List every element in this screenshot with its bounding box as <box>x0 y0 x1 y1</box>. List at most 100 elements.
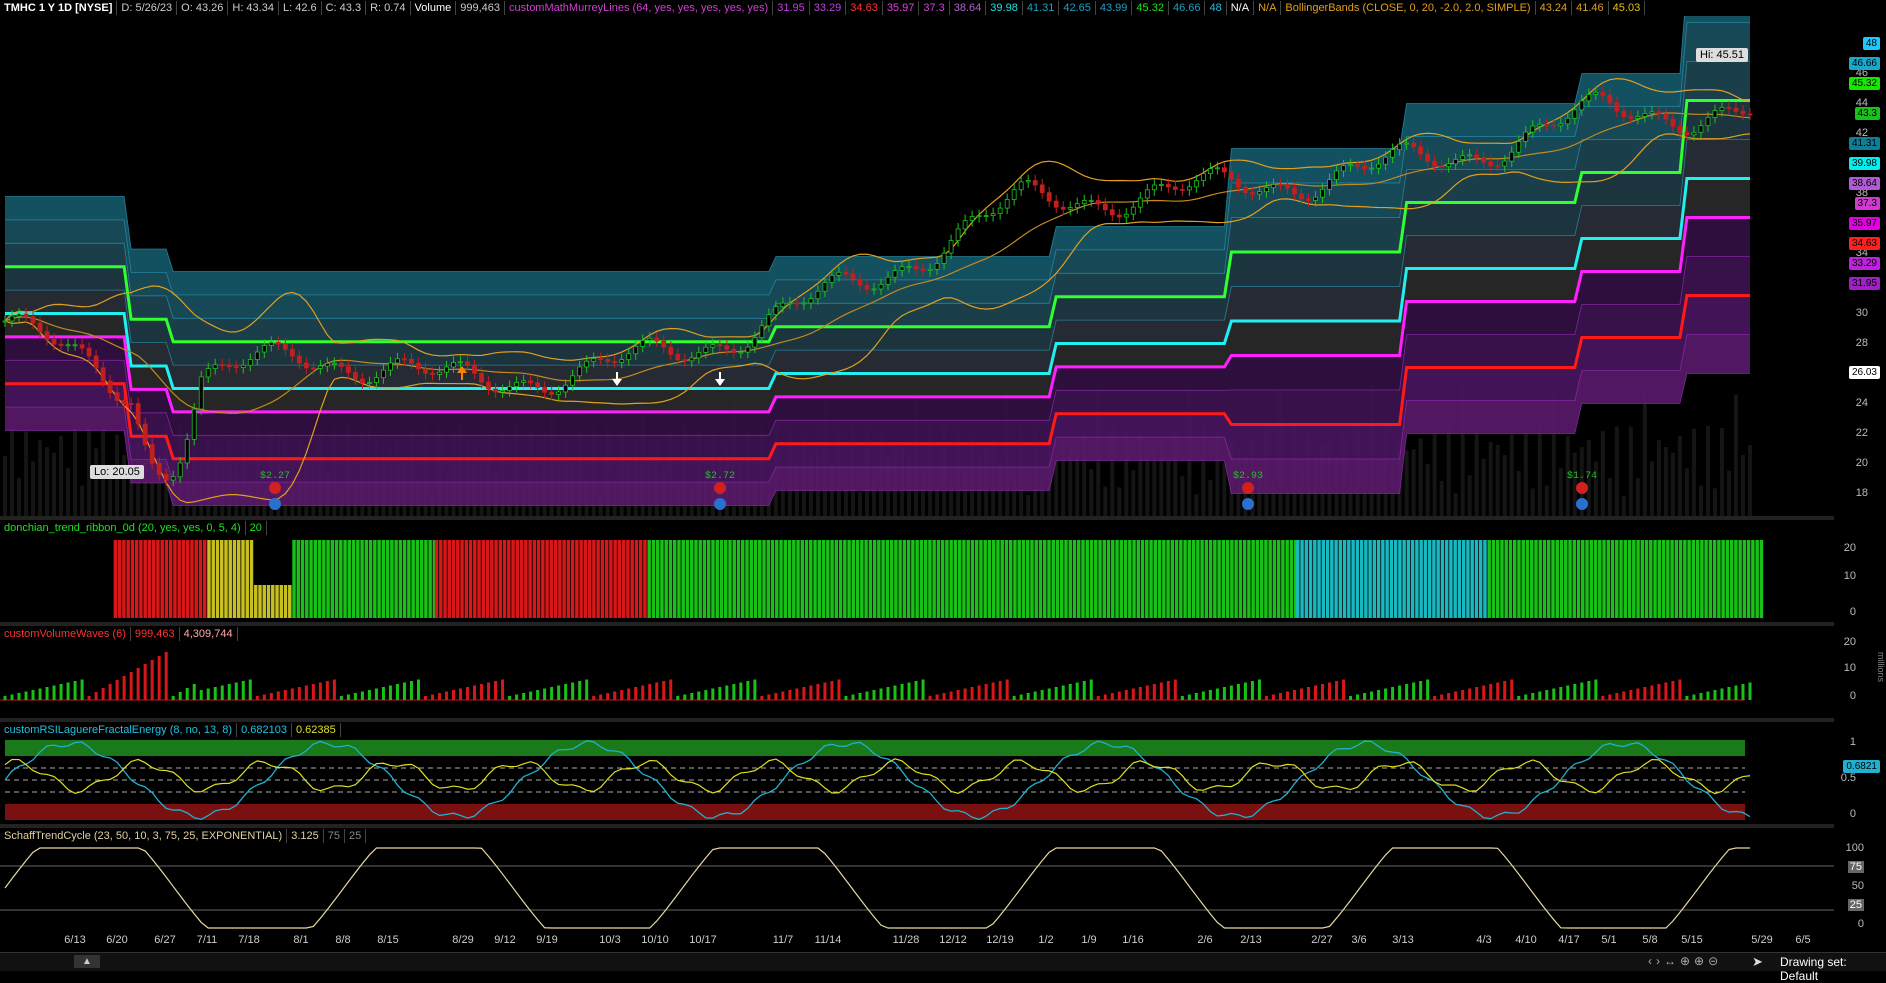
trend-ribbon-bar <box>364 540 369 618</box>
candle-body <box>128 403 134 405</box>
candle-body <box>1446 163 1452 168</box>
trend-ribbon-bar <box>190 540 194 618</box>
candle-body <box>1740 110 1746 115</box>
donchian-chart[interactable] <box>0 536 1834 622</box>
candle-body <box>1495 165 1501 168</box>
bollinger-label[interactable]: BollingerBands (CLOSE, 0, 20, -2.0, 2.0,… <box>1281 1 1536 15</box>
price-tick: 20 <box>1855 456 1868 469</box>
trend-ribbon-bar <box>719 540 724 618</box>
candle-body <box>500 390 505 393</box>
volume-bar <box>1628 426 1633 516</box>
trend-ribbon-bar <box>381 540 386 618</box>
candle-body <box>1313 196 1318 201</box>
volume-bar <box>1537 426 1542 516</box>
panel-separator[interactable] <box>0 622 1834 626</box>
trend-ribbon-bar <box>583 540 588 618</box>
time-tick: 4/17 <box>1558 934 1580 946</box>
trend-ribbon-bar <box>1483 540 1487 618</box>
volume-wave-bar <box>991 682 995 700</box>
volume-wave-bar <box>178 692 182 700</box>
volume-bar <box>1089 469 1094 516</box>
candle-body <box>878 284 884 290</box>
dividend-label: $2.72 <box>705 470 735 482</box>
volume-wave-bar <box>185 688 189 700</box>
cursor-icon[interactable]: ➤ <box>1752 954 1763 970</box>
trend-ribbon-bar <box>647 540 651 618</box>
candle-body <box>72 344 78 347</box>
trend-ribbon-bar <box>1204 540 1209 618</box>
volume-bar <box>1677 435 1682 516</box>
rsi-axis[interactable]: 1 0.5 0 0.6821 <box>1834 736 1886 824</box>
volume-wave-bar <box>1692 694 1696 700</box>
trend-ribbon-bar <box>1166 540 1170 618</box>
panel-separator[interactable] <box>0 516 1834 520</box>
candle-body <box>1229 171 1234 180</box>
trend-ribbon-bar <box>1183 540 1187 618</box>
expand-button[interactable]: ▲ <box>74 955 100 968</box>
price-axis[interactable]: 4644424038363432302826242220184846.6645.… <box>1834 16 1886 516</box>
candle-body <box>948 240 954 254</box>
candle-body <box>1621 110 1627 118</box>
stc-label[interactable]: SchaffTrendCycle (23, 50, 10, 3, 75, 25,… <box>0 829 288 843</box>
volume-wave-bar <box>1201 691 1205 700</box>
candle-body <box>1327 179 1332 190</box>
stc-axis[interactable]: 100 75 50 25 0 <box>1834 842 1886 932</box>
rsi-label[interactable]: customRSILaguereFractalEnergy (8, no, 13… <box>0 723 238 737</box>
volume-wave-bar <box>1173 679 1177 700</box>
volume-bar <box>1117 487 1122 516</box>
drawing-set-label[interactable]: Drawing set: Default <box>1780 955 1886 983</box>
time-tick: 8/8 <box>335 934 351 946</box>
zoom-controls[interactable]: ‹›↔⊕⊕⊝ <box>1648 954 1722 968</box>
volume-bar <box>1418 438 1423 516</box>
trend-ribbon-bar <box>889 540 894 618</box>
stc-chart[interactable] <box>0 844 1834 932</box>
time-tick: 12/12 <box>939 934 967 946</box>
candle-body <box>1558 123 1564 127</box>
rsi-chart[interactable] <box>0 738 1834 824</box>
trend-ribbon-bar <box>385 540 390 618</box>
donchian-label[interactable]: donchian_trend_ribbon_0d (20, yes, yes, … <box>0 521 246 535</box>
murrey-label[interactable]: customMathMurreyLines (64, yes, yes, yes… <box>505 1 774 15</box>
trend-ribbon-bar <box>1242 540 1247 618</box>
trend-ribbon-bar <box>237 540 241 618</box>
volume-wave-bar <box>697 691 701 700</box>
symbol-label[interactable]: TMHC 1 Y 1D [NYSE] <box>0 1 118 15</box>
time-tick: 5/1 <box>1601 934 1617 946</box>
candle-body <box>640 339 646 347</box>
candle-body <box>801 302 807 305</box>
time-tick: 8/29 <box>452 934 474 946</box>
volume-wave-bar <box>1180 696 1184 700</box>
candle-body <box>1137 197 1143 208</box>
candle-body <box>388 362 393 371</box>
trend-ribbon-bar <box>796 540 800 618</box>
volume-wave-bar <box>1748 682 1752 700</box>
trend-ribbon-bar <box>1234 540 1238 618</box>
trend-ribbon-bar <box>1334 540 1338 618</box>
bollinger-value: 43.24 <box>1536 1 1573 15</box>
open-label: O: 43.26 <box>177 1 229 15</box>
trend-ribbon-bar <box>1742 540 1747 618</box>
trend-ribbon-bar <box>1364 540 1368 618</box>
trend-ribbon-bar <box>1721 540 1725 618</box>
candle-body <box>1719 107 1725 112</box>
trend-ribbon-bar <box>974 540 979 618</box>
price-chart[interactable]: $2.27 $2.72 $2.93 $1.74 <box>0 16 1834 516</box>
high-label: H: 43.34 <box>228 1 279 15</box>
trend-ribbon-bar <box>1043 540 1047 618</box>
volwaves-chart[interactable] <box>0 642 1834 718</box>
volume-wave-bar <box>38 688 42 700</box>
volume-bar <box>1439 480 1444 516</box>
volume-bar <box>1166 459 1171 516</box>
volume-label[interactable]: Volume <box>411 1 457 15</box>
candle-body <box>983 215 989 218</box>
candle-body <box>9 315 15 322</box>
volume-wave-bar <box>1573 684 1577 700</box>
volume-bar <box>1075 453 1080 516</box>
volwaves-axis[interactable]: 20 10 0 millions <box>1834 636 1886 718</box>
candle-body <box>1074 203 1080 208</box>
trend-ribbon-bar <box>570 540 575 618</box>
donchian-axis[interactable]: 20 10 0 <box>1834 536 1886 622</box>
candle-body <box>170 476 176 481</box>
volwaves-label[interactable]: customVolumeWaves (6) <box>0 627 131 641</box>
time-tick: 6/20 <box>106 934 128 946</box>
